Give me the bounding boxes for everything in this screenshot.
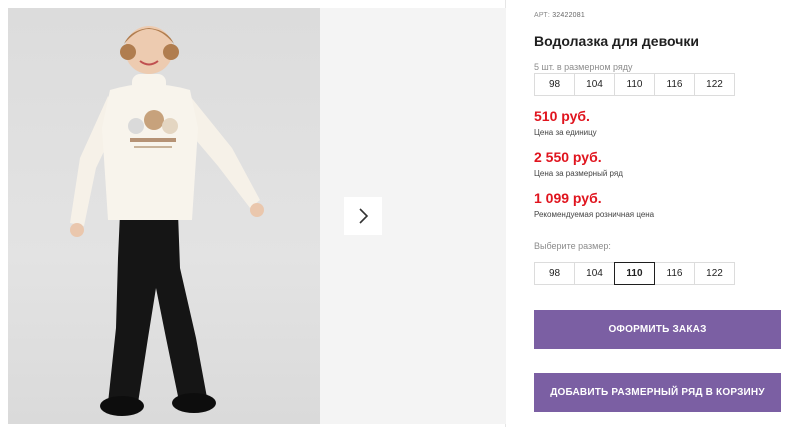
chevron-right-icon [359, 208, 369, 224]
sku-label: АРТ: [534, 12, 551, 19]
size-option-98[interactable]: 98 [534, 262, 575, 285]
sku: АРТ: 32422081 [534, 12, 585, 19]
pack-size: 122 [694, 73, 735, 96]
add-pack-to-cart-button[interactable]: ДОБАВИТЬ РАЗМЕРНЫЙ РЯД В КОРЗИНУ [534, 373, 781, 412]
pack-size: 116 [654, 73, 695, 96]
unit-price-caption: Цена за единицу [534, 128, 597, 137]
size-option-122[interactable]: 122 [694, 262, 735, 285]
product-photo [8, 8, 320, 424]
pack-size: 98 [534, 73, 575, 96]
product-title: Водолазка для девочки [534, 33, 699, 49]
pack-note: 5 шт. в размерном ряду [534, 62, 633, 72]
pack-sizes: 98 104 110 116 122 [534, 73, 735, 96]
pack-size: 104 [574, 73, 615, 96]
pack-price: 2 550 руб. [534, 149, 602, 165]
product-gallery [0, 0, 506, 427]
size-option-110[interactable]: 110 [614, 262, 655, 285]
model-illustration [70, 26, 264, 416]
sku-value: 32422081 [552, 12, 585, 19]
unit-price: 510 руб. [534, 108, 590, 124]
pack-size: 110 [614, 73, 655, 96]
gallery-next-button[interactable] [344, 197, 382, 235]
size-option-104[interactable]: 104 [574, 262, 615, 285]
retail-price: 1 099 руб. [534, 190, 602, 206]
retail-price-caption: Рекомендуемая розничная цена [534, 210, 655, 219]
size-selector: 98 104 110 116 122 [534, 262, 735, 285]
size-option-116[interactable]: 116 [654, 262, 695, 285]
pack-price-caption: Цена за размерный ряд [534, 169, 623, 178]
place-order-button[interactable]: ОФОРМИТЬ ЗАКАЗ [534, 310, 781, 349]
choose-size-label: Выберите размер: [534, 241, 611, 251]
